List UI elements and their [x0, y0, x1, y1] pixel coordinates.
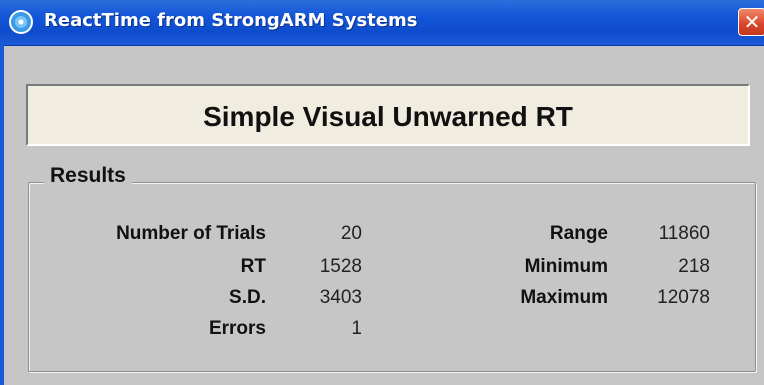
results-legend: Results — [44, 164, 132, 188]
sd-value: 3403 — [319, 287, 362, 308]
maximum-label: Maximum — [520, 287, 608, 308]
minimum-label: Minimum — [524, 256, 608, 277]
trials-label: Number of Trials — [116, 223, 266, 244]
test-name: Simple Visual Unwarned RT — [203, 101, 573, 132]
window-border — [0, 45, 4, 385]
trials-value: 20 — [340, 223, 362, 244]
close-icon: ✕ — [743, 10, 761, 34]
errors-label: Errors — [208, 318, 266, 339]
range-label: Range — [549, 223, 608, 244]
window-title: ReactTime from StrongARM Systems — [44, 10, 418, 31]
results-groupbox — [28, 182, 756, 372]
rt-value: 1528 — [319, 256, 362, 277]
minimum-value: 218 — [678, 256, 710, 277]
rt-label: RT — [240, 256, 266, 277]
range-value: 11860 — [658, 223, 710, 244]
errors-value: 1 — [351, 318, 362, 339]
test-name-panel: Simple Visual Unwarned RT — [26, 84, 750, 146]
globe-icon — [9, 10, 33, 34]
sd-label: S.D. — [229, 287, 266, 308]
maximum-value: 12078 — [657, 287, 710, 308]
title-bar[interactable]: ReactTime from StrongARM Systems ✕ — [0, 0, 764, 46]
app-window: ReactTime from StrongARM Systems ✕ Simpl… — [0, 0, 764, 385]
close-button[interactable]: ✕ — [738, 8, 764, 36]
